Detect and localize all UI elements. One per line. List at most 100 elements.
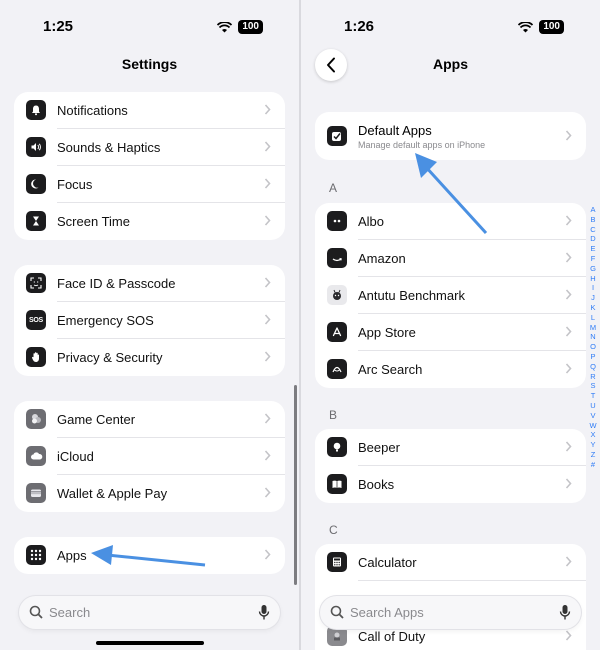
- chevron-right-icon: [565, 326, 572, 337]
- scrollbar[interactable]: [294, 385, 297, 585]
- list-item[interactable]: Notifications: [14, 92, 285, 129]
- sos-icon: SOS: [26, 310, 46, 330]
- search-field[interactable]: Search: [19, 596, 280, 629]
- index-letter[interactable]: F: [588, 254, 598, 264]
- list-item[interactable]: Sounds & Haptics: [14, 129, 285, 166]
- chevron-right-icon: [264, 314, 271, 325]
- row-separator: [358, 580, 586, 581]
- chevron-right-icon: [264, 351, 271, 362]
- list-item[interactable]: Game Center: [14, 401, 285, 438]
- search-apps-field[interactable]: Search Apps: [320, 596, 581, 629]
- index-letter[interactable]: N: [588, 332, 598, 342]
- wallet-icon: [26, 483, 46, 503]
- index-letter[interactable]: Z: [588, 450, 598, 460]
- chevron-right-icon: [565, 478, 572, 489]
- index-letter[interactable]: X: [588, 430, 598, 440]
- list-item-label: Albo: [358, 214, 385, 229]
- list-item[interactable]: App Store: [315, 314, 586, 351]
- list-item[interactable]: Amazon: [315, 240, 586, 277]
- list-item[interactable]: Face ID & Passcode: [14, 265, 285, 302]
- microphone-icon[interactable]: [258, 604, 270, 621]
- list-item[interactable]: Wallet & Apple Pay: [14, 475, 285, 512]
- index-letter[interactable]: Y: [588, 440, 598, 450]
- index-letter[interactable]: J: [588, 293, 598, 303]
- call-of-duty-icon: [327, 626, 347, 646]
- index-letter[interactable]: #: [588, 460, 598, 470]
- index-letter[interactable]: W: [588, 421, 598, 431]
- settings-group-4: Apps: [14, 537, 285, 574]
- chevron-right-icon: [264, 487, 271, 498]
- list-item-label: Arc Search: [358, 362, 423, 377]
- list-item-label: Wallet & Apple Pay: [57, 486, 168, 501]
- microphone-icon[interactable]: [559, 604, 571, 621]
- status-bar: 1:25 100: [0, 18, 299, 38]
- index-letter[interactable]: M: [588, 323, 598, 333]
- list-item[interactable]: iCloud: [14, 438, 285, 475]
- list-item[interactable]: Calculator: [315, 544, 586, 581]
- chevron-right-icon: [264, 104, 271, 115]
- chevron-right-icon: [264, 141, 271, 152]
- chevron-right-icon: [565, 556, 572, 567]
- list-item[interactable]: Arc Search: [315, 351, 586, 388]
- search-icon: [330, 605, 344, 619]
- settings-group-1: Notifications Sounds & Haptics Focus Screen…: [14, 92, 285, 240]
- list-item-label: Sounds & Haptics: [57, 140, 161, 155]
- index-letter[interactable]: E: [588, 244, 598, 254]
- list-item[interactable]: Antutu Benchmark: [315, 277, 586, 314]
- section-header-a: A: [329, 181, 338, 195]
- list-item[interactable]: SOS Emergency SOS: [14, 302, 285, 339]
- index-letter[interactable]: U: [588, 401, 598, 411]
- list-item-label: Amazon: [358, 251, 406, 266]
- index-letter[interactable]: H: [588, 274, 598, 284]
- list-item[interactable]: Beeper: [315, 429, 586, 466]
- list-item[interactable]: Albo: [315, 203, 586, 240]
- app-store-icon: [327, 322, 347, 342]
- index-letter[interactable]: V: [588, 411, 598, 421]
- list-item-label: Focus: [57, 177, 93, 192]
- list-item-label: Call of Duty: [358, 629, 426, 644]
- default-apps-row[interactable]: Default Apps Manage default apps on iPho…: [315, 112, 586, 160]
- chevron-right-icon: [565, 252, 572, 263]
- index-letter[interactable]: L: [588, 313, 598, 323]
- cloud-icon: [26, 446, 46, 466]
- index-letter[interactable]: S: [588, 381, 598, 391]
- index-letter[interactable]: Q: [588, 362, 598, 372]
- chevron-right-icon: [565, 441, 572, 452]
- screenshot-pair: 1:25 100 Settings Notifications Sounds & …: [0, 0, 600, 650]
- list-item[interactable]: Books: [315, 466, 586, 503]
- chevron-right-icon: [565, 130, 572, 141]
- index-letter[interactable]: B: [588, 215, 598, 225]
- index-letter[interactable]: P: [588, 352, 598, 362]
- list-item-label: Emergency SOS: [57, 313, 154, 328]
- section-header-b: B: [329, 408, 338, 422]
- arc-search-icon: [327, 359, 347, 379]
- apps-grid-icon: [26, 545, 46, 565]
- index-letter[interactable]: K: [588, 303, 598, 313]
- index-letter[interactable]: D: [588, 234, 598, 244]
- chevron-right-icon: [264, 277, 271, 288]
- list-item-label: Game Center: [57, 412, 136, 427]
- status-time: 1:25: [43, 18, 74, 35]
- chevron-right-icon: [264, 450, 271, 461]
- list-item[interactable]: Apps: [14, 537, 285, 574]
- hand-icon: [26, 347, 46, 367]
- list-item-label: Apps: [57, 548, 87, 563]
- index-letter[interactable]: O: [588, 342, 598, 352]
- chevron-right-icon: [565, 630, 572, 641]
- apps-section-b: Beeper Books: [315, 429, 586, 503]
- list-item[interactable]: Privacy & Security: [14, 339, 285, 376]
- list-item[interactable]: Focus: [14, 166, 285, 203]
- index-letter[interactable]: C: [588, 225, 598, 235]
- page-title: Apps: [433, 56, 468, 72]
- index-letter[interactable]: A: [588, 205, 598, 215]
- index-letter[interactable]: T: [588, 391, 598, 401]
- list-item[interactable]: Screen Time: [14, 203, 285, 240]
- faceid-icon: [26, 273, 46, 293]
- index-letter[interactable]: I: [588, 283, 598, 293]
- alphabet-index[interactable]: A B C D E F G H I J K L M N O P Q R S T U V W X Y Z #: [588, 205, 598, 470]
- wifi-icon: [518, 21, 534, 32]
- hourglass-icon: [26, 211, 46, 231]
- index-letter[interactable]: G: [588, 264, 598, 274]
- list-item-label: iCloud: [57, 449, 94, 464]
- index-letter[interactable]: R: [588, 372, 598, 382]
